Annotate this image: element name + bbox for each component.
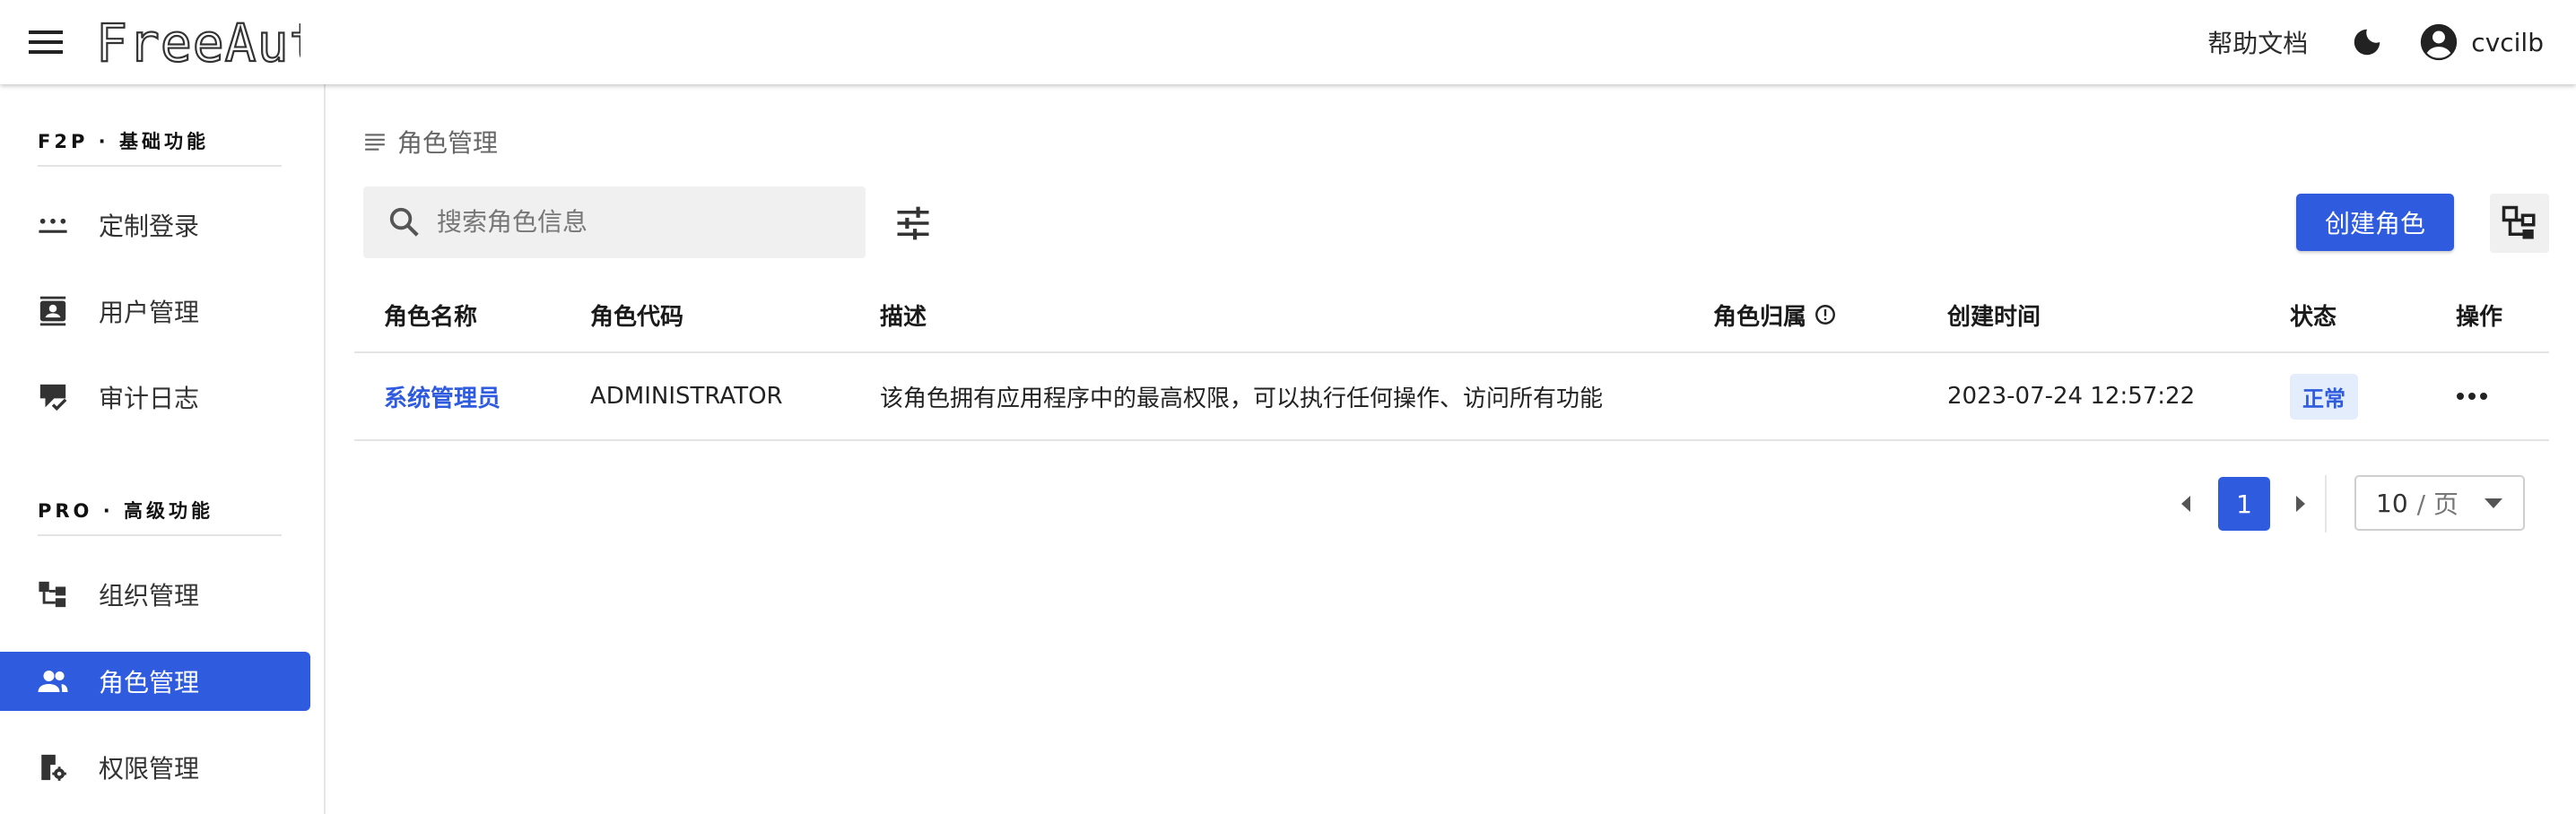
svg-text:FreeAuth: FreeAuth	[96, 13, 300, 74]
search-input[interactable]	[437, 208, 849, 237]
column-header: 操作	[2456, 303, 2503, 331]
app-logo: FreeAuth	[95, 12, 300, 74]
sidebar-item-custom-login[interactable]: 定制登录	[0, 195, 310, 255]
create-role-button[interactable]: 创建角色	[2296, 194, 2454, 251]
table-header: 角色名称 角色代码 描述 角色归属 创建时间 状态 操作	[354, 278, 2549, 353]
sidebar-item-permissions[interactable]: 权限管理	[0, 738, 310, 797]
table-row: 系统管理员 ADMINISTRATOR 该角色拥有应用程序中的最高权限，可以执行…	[354, 353, 2549, 441]
section-divider	[38, 534, 282, 536]
sidebar-item-label: 用户管理	[99, 298, 200, 327]
menu-icon[interactable]	[27, 23, 65, 61]
created-at: 2023-07-24 12:57:22	[1947, 383, 2196, 410]
username: cvcilb	[2471, 27, 2544, 57]
account-circle-icon	[2421, 23, 2458, 61]
sidebar-item-users[interactable]: 用户管理	[0, 281, 310, 341]
column-header: 角色名称	[384, 303, 478, 331]
top-app-bar: FreeAuth 帮助文档 cvcilb	[0, 0, 2576, 84]
page-size-select[interactable]: 10 / 页	[2354, 475, 2525, 531]
next-page-icon[interactable]	[2286, 489, 2315, 518]
chat-check-icon	[36, 380, 70, 414]
contact-book-icon	[36, 294, 70, 328]
search-icon	[387, 204, 422, 240]
main-content: 角色管理 创建角色 角色名称 角色代码 描述 角色归属 创建时间 状态 操作	[327, 84, 2576, 814]
pagination-divider	[2325, 475, 2327, 533]
role-name-link[interactable]: 系统管理员	[384, 380, 500, 413]
column-header: 创建时间	[1947, 303, 2041, 331]
section-title-basic: F2P · 基础功能	[38, 131, 209, 152]
sidebar-item-label: 审计日志	[99, 384, 200, 413]
org-tree-icon	[36, 577, 70, 611]
column-header: 角色代码	[590, 303, 684, 331]
chevron-down-icon	[2484, 497, 2503, 514]
user-menu[interactable]: cvcilb	[2419, 22, 2544, 62]
pagination: 1 10 / 页	[327, 475, 2576, 533]
role-code: ADMINISTRATOR	[590, 383, 783, 410]
info-icon[interactable]	[1814, 303, 1837, 326]
roles-table: 角色名称 角色代码 描述 角色归属 创建时间 状态 操作 系统管理员 ADMIN…	[354, 278, 2549, 441]
page-size-unit: / 页	[2416, 489, 2459, 519]
status-badge: 正常	[2290, 373, 2358, 420]
sidebar-item-organizations[interactable]: 组织管理	[0, 565, 310, 624]
page-size-value: 10	[2376, 488, 2408, 518]
password-dots-icon	[36, 208, 70, 242]
sidebar-item-audit-log[interactable]: 审计日志	[0, 368, 310, 427]
section-title-pro: PRO · 高级功能	[38, 500, 214, 522]
sidebar: F2P · 基础功能 定制登录 用户管理 审计日志 PRO · 高级功能 组织管…	[0, 84, 326, 814]
section-divider	[38, 165, 282, 167]
list-icon	[365, 134, 385, 151]
more-actions-icon[interactable]	[2456, 391, 2488, 402]
sidebar-item-roles[interactable]: 角色管理	[0, 652, 310, 711]
page-number-current[interactable]: 1	[2218, 477, 2270, 531]
sidebar-item-label: 角色管理	[99, 668, 200, 697]
moon-icon[interactable]	[2347, 22, 2387, 62]
prev-page-icon[interactable]	[2171, 489, 2200, 518]
help-docs-link[interactable]: 帮助文档	[2207, 24, 2308, 60]
page-title: 角色管理	[397, 128, 499, 158]
column-header-label: 角色归属	[1713, 303, 1807, 331]
org-tree-view-icon[interactable]	[2490, 194, 2549, 253]
column-header: 状态	[2290, 303, 2337, 331]
sidebar-item-label: 组织管理	[99, 581, 200, 610]
role-description: 该角色拥有应用程序中的最高权限，可以执行任何操作、访问所有功能	[880, 385, 1604, 412]
breadcrumb: 角色管理	[363, 124, 498, 160]
people-icon	[36, 664, 70, 698]
column-header: 描述	[880, 303, 927, 331]
lock-gear-icon	[36, 750, 70, 784]
sidebar-item-label: 定制登录	[99, 212, 200, 241]
search-box[interactable]	[363, 186, 866, 258]
sidebar-item-label: 权限管理	[99, 754, 200, 784]
column-header-owner: 角色归属	[1713, 278, 1837, 351]
filter-sliders-icon[interactable]	[892, 203, 934, 244]
